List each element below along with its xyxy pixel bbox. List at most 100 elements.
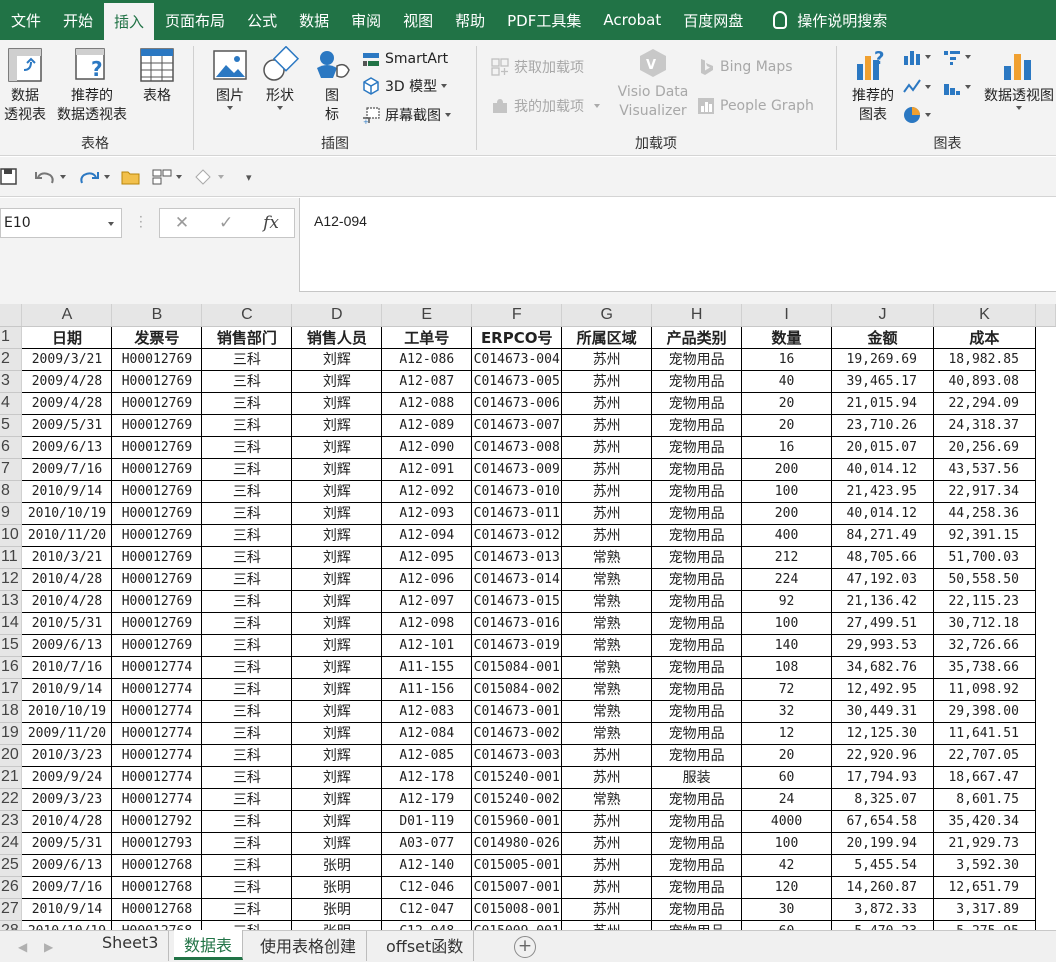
cell[interactable]: 2010/9/14 (21, 479, 113, 503)
empty-cell[interactable] (1035, 700, 1055, 722)
get-addins-button[interactable]: 获取加载项 (491, 56, 584, 78)
cell[interactable]: A12-089 (381, 413, 473, 437)
cell[interactable]: 2010/9/14 (21, 677, 113, 701)
column-header-B[interactable]: B (111, 304, 203, 327)
row-header[interactable]: 25 (0, 854, 23, 877)
cell[interactable]: H00012768 (111, 897, 203, 921)
cell[interactable]: 24,318.37 (932, 413, 1036, 437)
cell[interactable]: 宠物用品 (651, 677, 743, 701)
cell[interactable]: 20,199.94 (830, 831, 934, 855)
cell[interactable]: 200 (741, 501, 832, 525)
screenshot-button[interactable]: + 屏幕截图 (362, 104, 451, 126)
cell[interactable]: 刘辉 (291, 391, 383, 415)
cell[interactable]: 40,014.12 (830, 457, 934, 481)
cell[interactable]: 张明 (291, 919, 383, 930)
cell[interactable]: 三科 (201, 721, 293, 745)
column-header-I[interactable]: I (741, 304, 832, 327)
cell[interactable]: 5,455.54 (830, 853, 934, 877)
cell[interactable]: 苏州 (561, 853, 653, 877)
pictures-button[interactable]: 图片 (210, 46, 250, 110)
cell[interactable]: A12-091 (381, 457, 473, 481)
row-header[interactable]: 19 (0, 722, 23, 745)
cell[interactable]: 刘辉 (291, 677, 383, 701)
row-header[interactable]: 15 (0, 634, 23, 657)
cell[interactable]: 3,592.30 (932, 853, 1036, 877)
menu-tab-0[interactable]: 文件 (0, 0, 52, 40)
cell[interactable]: 刘辉 (291, 611, 383, 635)
cell[interactable]: 宠物用品 (651, 501, 743, 525)
row-header[interactable]: 6 (0, 436, 23, 459)
cell[interactable]: 张明 (291, 875, 383, 899)
cell[interactable]: 84,271.49 (830, 523, 934, 547)
cell[interactable]: A12-088 (381, 391, 473, 415)
empty-cell[interactable] (1035, 678, 1055, 700)
cell[interactable]: 三科 (201, 633, 293, 657)
cell[interactable]: 常熟 (561, 611, 653, 635)
header-cell[interactable]: 日期 (21, 325, 113, 349)
cell[interactable]: 5,470.23 (830, 919, 934, 930)
cell[interactable]: 刘辉 (291, 699, 383, 723)
cell[interactable]: 16 (741, 435, 832, 459)
header-cell[interactable]: ERPCO号 (471, 325, 563, 349)
cell[interactable]: A12-094 (381, 523, 473, 547)
cell[interactable]: 21,136.42 (830, 589, 934, 613)
row-header[interactable]: 9 (0, 502, 23, 525)
folder-icon[interactable] (121, 167, 141, 187)
cell[interactable]: H00012769 (111, 545, 203, 569)
cell[interactable]: 11,641.51 (932, 721, 1036, 745)
cell[interactable]: A12-101 (381, 633, 473, 657)
cell[interactable]: A12-179 (381, 787, 473, 811)
cell[interactable]: 刘辉 (291, 721, 383, 745)
cell[interactable]: 2009/3/21 (21, 347, 113, 371)
cell[interactable]: 12,125.30 (830, 721, 934, 745)
cell[interactable]: 20,015.07 (830, 435, 934, 459)
cell[interactable]: 2009/6/13 (21, 853, 113, 877)
cell[interactable]: 苏州 (561, 413, 653, 437)
menu-tab-3[interactable]: 页面布局 (154, 0, 236, 40)
row-header[interactable]: 12 (0, 568, 23, 591)
cell[interactable]: 22,920.96 (830, 743, 934, 767)
recommended-pivot-button[interactable]: ? 推荐的 数据透视表 (52, 46, 132, 125)
cell[interactable]: A11-155 (381, 655, 473, 679)
cell[interactable]: 4000 (741, 809, 832, 833)
cell[interactable]: A11-156 (381, 677, 473, 701)
cell[interactable]: 35,420.34 (932, 809, 1036, 833)
cell[interactable]: 宠物用品 (651, 413, 743, 437)
row-header[interactable]: 3 (0, 370, 23, 393)
cell[interactable]: A12-178 (381, 765, 473, 789)
empty-cell[interactable] (1035, 854, 1055, 876)
cell[interactable]: 21,929.73 (932, 831, 1036, 855)
cell[interactable]: 刘辉 (291, 479, 383, 503)
cell[interactable]: 17,794.93 (830, 765, 934, 789)
cell[interactable]: 苏州 (561, 435, 653, 459)
cell[interactable]: 宠物用品 (651, 567, 743, 591)
cell[interactable]: 三科 (201, 765, 293, 789)
cell[interactable]: 刘辉 (291, 347, 383, 371)
empty-cell[interactable] (1035, 370, 1055, 392)
cell[interactable]: 三科 (201, 853, 293, 877)
sheet-tab-0[interactable]: Sheet3 (92, 931, 170, 961)
empty-cell[interactable] (1035, 744, 1055, 766)
cell[interactable]: 40,014.12 (830, 501, 934, 525)
cell[interactable]: 宠物用品 (651, 369, 743, 393)
cell[interactable]: 22,294.09 (932, 391, 1036, 415)
cell[interactable]: 3,317.89 (932, 897, 1036, 921)
empty-cell[interactable] (1035, 392, 1055, 414)
cell[interactable]: 2009/3/23 (21, 787, 113, 811)
table-button[interactable]: 表格 (136, 46, 178, 106)
empty-cell[interactable] (1035, 788, 1055, 810)
cell[interactable]: 92,391.15 (932, 523, 1036, 547)
cell[interactable]: 212 (741, 545, 832, 569)
row-header[interactable]: 1 (0, 326, 23, 349)
cell[interactable]: D01-119 (381, 809, 473, 833)
cell[interactable]: A12-093 (381, 501, 473, 525)
tell-me-search[interactable]: 操作说明搜索 (762, 0, 898, 40)
row-header[interactable]: 24 (0, 832, 23, 855)
cell[interactable]: H00012769 (111, 347, 203, 371)
cell[interactable]: A12-083 (381, 699, 473, 723)
empty-cell[interactable] (1035, 766, 1055, 788)
cell[interactable]: A12-092 (381, 479, 473, 503)
cell[interactable]: 100 (741, 479, 832, 503)
empty-cell[interactable] (1035, 480, 1055, 502)
save-icon[interactable] (0, 167, 18, 187)
